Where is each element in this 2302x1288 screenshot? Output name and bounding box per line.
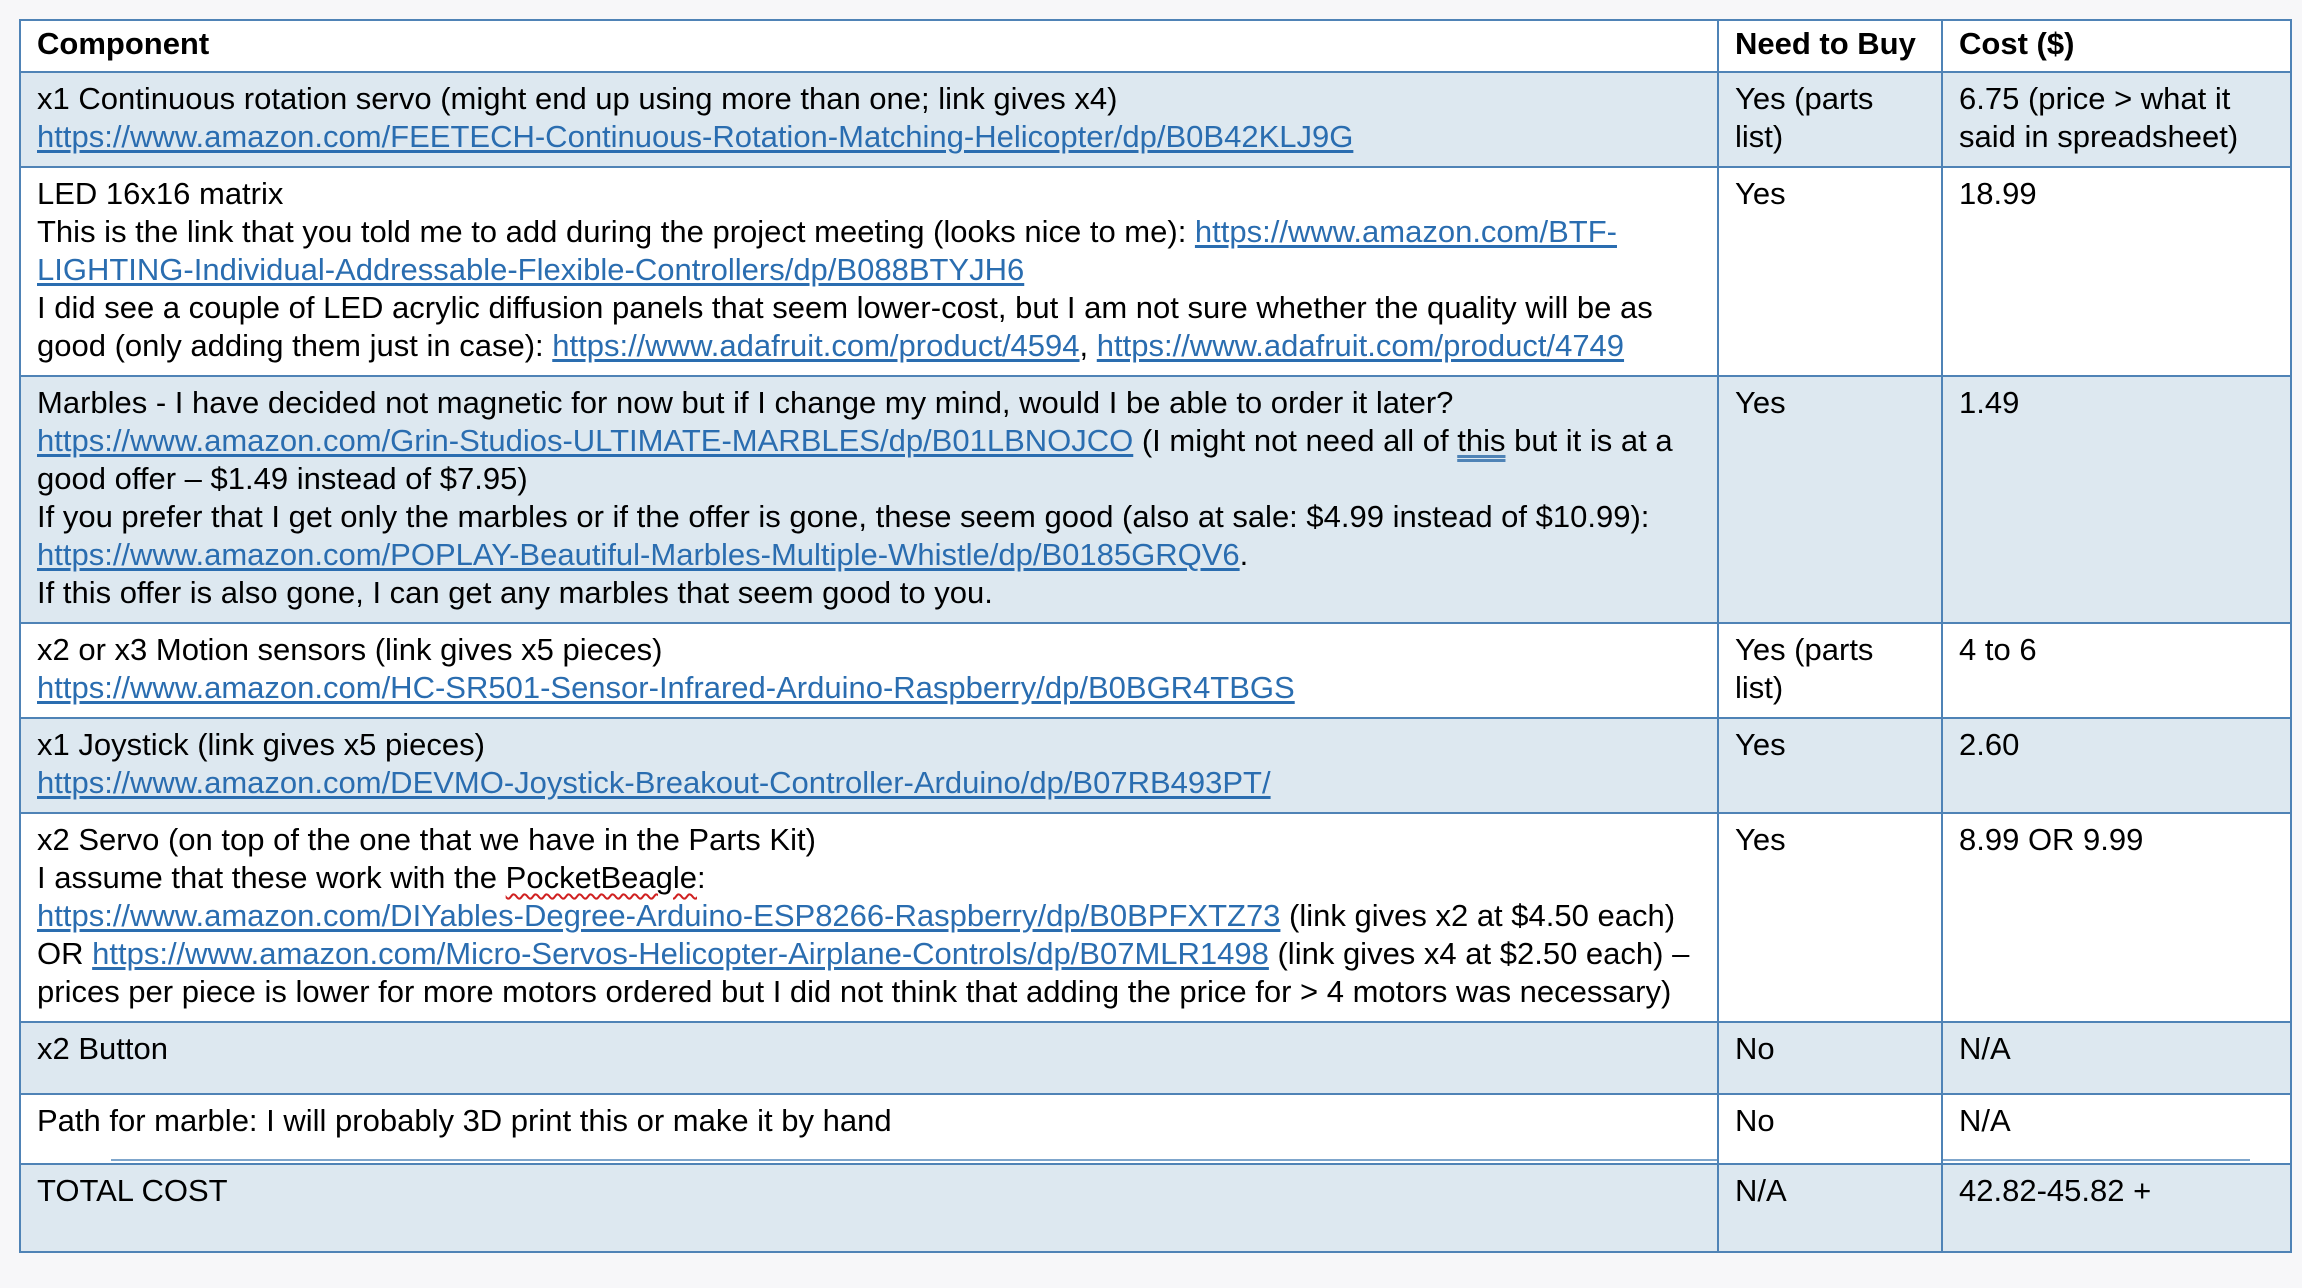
header-need-to-buy: Need to Buy — [1717, 19, 1943, 73]
table-row: x2 Button No N/A — [19, 1021, 2292, 1095]
component-text: x2 or x3 Motion sensors (link gives x5 p… — [37, 632, 663, 667]
product-link[interactable]: https://www.adafruit.com/product/4594 — [552, 328, 1079, 363]
need-cell: Yes — [1717, 717, 1943, 814]
product-link[interactable]: https://www.adafruit.com/product/4749 — [1097, 328, 1624, 363]
cost-cell: 4 to 6 — [1941, 622, 2292, 719]
component-note: https://www.amazon.com/Grin-Studios-ULTI… — [37, 422, 1701, 498]
component-cell: x2 Servo (on top of the one that we have… — [19, 812, 1719, 1023]
component-note: If this offer is also gone, I can get an… — [37, 575, 993, 610]
component-text: Path for marble: I will probably 3D prin… — [37, 1103, 892, 1138]
divider — [1943, 1159, 2250, 1161]
component-note: This is the link that you told me to add… — [37, 213, 1701, 289]
component-cell: x1 Continuous rotation servo (might end … — [19, 71, 1719, 168]
cost-cell: N/A — [1941, 1093, 2292, 1165]
need-cell: N/A — [1717, 1163, 1943, 1253]
link-period: . — [1239, 537, 1249, 572]
need-cell: Yes — [1717, 166, 1943, 377]
product-link[interactable]: https://www.amazon.com/DIYables-Degree-A… — [37, 898, 1280, 933]
table-row: LED 16x16 matrix This is the link that y… — [19, 166, 2292, 377]
spellcheck-word: PocketBeagle — [505, 860, 697, 895]
link-separator: , — [1079, 328, 1097, 363]
component-note: I did see a couple of LED acrylic diffus… — [37, 289, 1701, 365]
header-row: Component Need to Buy Cost ($) — [19, 19, 2292, 73]
note-text: This is the link that you told me to add… — [37, 214, 1195, 249]
cost-cell: N/A — [1941, 1021, 2292, 1095]
product-link[interactable]: https://www.amazon.com/Micro-Servos-Heli… — [92, 936, 1269, 971]
component-note: https://www.amazon.com/DIYables-Degree-A… — [37, 897, 1701, 1011]
component-cell: Path for marble: I will probably 3D prin… — [19, 1093, 1719, 1165]
need-cell: No — [1717, 1093, 1943, 1165]
product-link[interactable]: https://www.amazon.com/HC-SR501-Sensor-I… — [37, 669, 1701, 707]
component-cell: LED 16x16 matrix This is the link that y… — [19, 166, 1719, 377]
total-cost: 42.82-45.82 + — [1941, 1163, 2292, 1253]
component-cell: x1 Joystick (link gives x5 pieces) https… — [19, 717, 1719, 814]
note-text: I assume that these work with the — [37, 860, 506, 895]
need-cell: No — [1717, 1021, 1943, 1095]
product-link[interactable]: https://www.amazon.com/DEVMO-Joystick-Br… — [37, 764, 1701, 802]
component-cell: x2 Button — [19, 1021, 1719, 1095]
need-cell: Yes — [1717, 375, 1943, 624]
note-text: : — [696, 860, 706, 895]
cost-cell: 1.49 — [1941, 375, 2292, 624]
cost-text: N/A — [1959, 1103, 2011, 1138]
component-text: LED 16x16 matrix — [37, 176, 284, 211]
need-text: No — [1735, 1103, 1775, 1138]
component-cell: x2 or x3 Motion sensors (link gives x5 p… — [19, 622, 1719, 719]
product-link[interactable]: https://www.amazon.com/Grin-Studios-ULTI… — [37, 423, 1133, 458]
cost-cell: 2.60 — [1941, 717, 2292, 814]
table-row: Path for marble: I will probably 3D prin… — [19, 1093, 2292, 1165]
table-row: x2 or x3 Motion sensors (link gives x5 p… — [19, 622, 2292, 719]
component-text: x2 Servo (on top of the one that we have… — [37, 822, 816, 857]
component-text: x1 Joystick (link gives x5 pieces) — [37, 727, 485, 762]
table-row: x2 Servo (on top of the one that we have… — [19, 812, 2292, 1023]
parts-table-container: Component Need to Buy Cost ($) x1 Contin… — [19, 19, 2292, 1253]
cost-cell: 8.99 OR 9.99 — [1941, 812, 2292, 1023]
component-note: https://www.amazon.com/POPLAY-Beautiful-… — [37, 536, 1701, 574]
component-note: If you prefer that I get only the marble… — [37, 499, 1650, 534]
total-row: TOTAL COST N/A 42.82-45.82 + — [19, 1163, 2292, 1253]
component-cell: Marbles - I have decided not magnetic fo… — [19, 375, 1719, 624]
product-link[interactable]: https://www.amazon.com/FEETECH-Continuou… — [37, 118, 1701, 156]
table-row: x1 Continuous rotation servo (might end … — [19, 71, 2292, 168]
header-component: Component — [19, 19, 1719, 73]
product-link[interactable]: https://www.amazon.com/POPLAY-Beautiful-… — [37, 537, 1240, 572]
cost-cell: 6.75 (price > what it said in spreadshee… — [1941, 71, 2292, 168]
cost-cell: 18.99 — [1941, 166, 2292, 377]
divider — [111, 1159, 1717, 1161]
need-cell: Yes (parts list) — [1717, 622, 1943, 719]
note-emphasis: this — [1457, 423, 1506, 458]
need-cell: Yes (parts list) — [1717, 71, 1943, 168]
table-row: Marbles - I have decided not magnetic fo… — [19, 375, 2292, 624]
note-text: (I might not need all of — [1133, 423, 1458, 458]
parts-table: Component Need to Buy Cost ($) x1 Contin… — [19, 19, 2292, 1253]
header-cost: Cost ($) — [1941, 19, 2292, 73]
component-note: I assume that these work with the Pocket… — [37, 859, 1701, 897]
table-row: x1 Joystick (link gives x5 pieces) https… — [19, 717, 2292, 814]
total-label: TOTAL COST — [19, 1163, 1719, 1253]
component-text: Marbles - I have decided not magnetic fo… — [37, 385, 1454, 420]
component-text: x1 Continuous rotation servo (might end … — [37, 81, 1118, 116]
need-cell: Yes — [1717, 812, 1943, 1023]
